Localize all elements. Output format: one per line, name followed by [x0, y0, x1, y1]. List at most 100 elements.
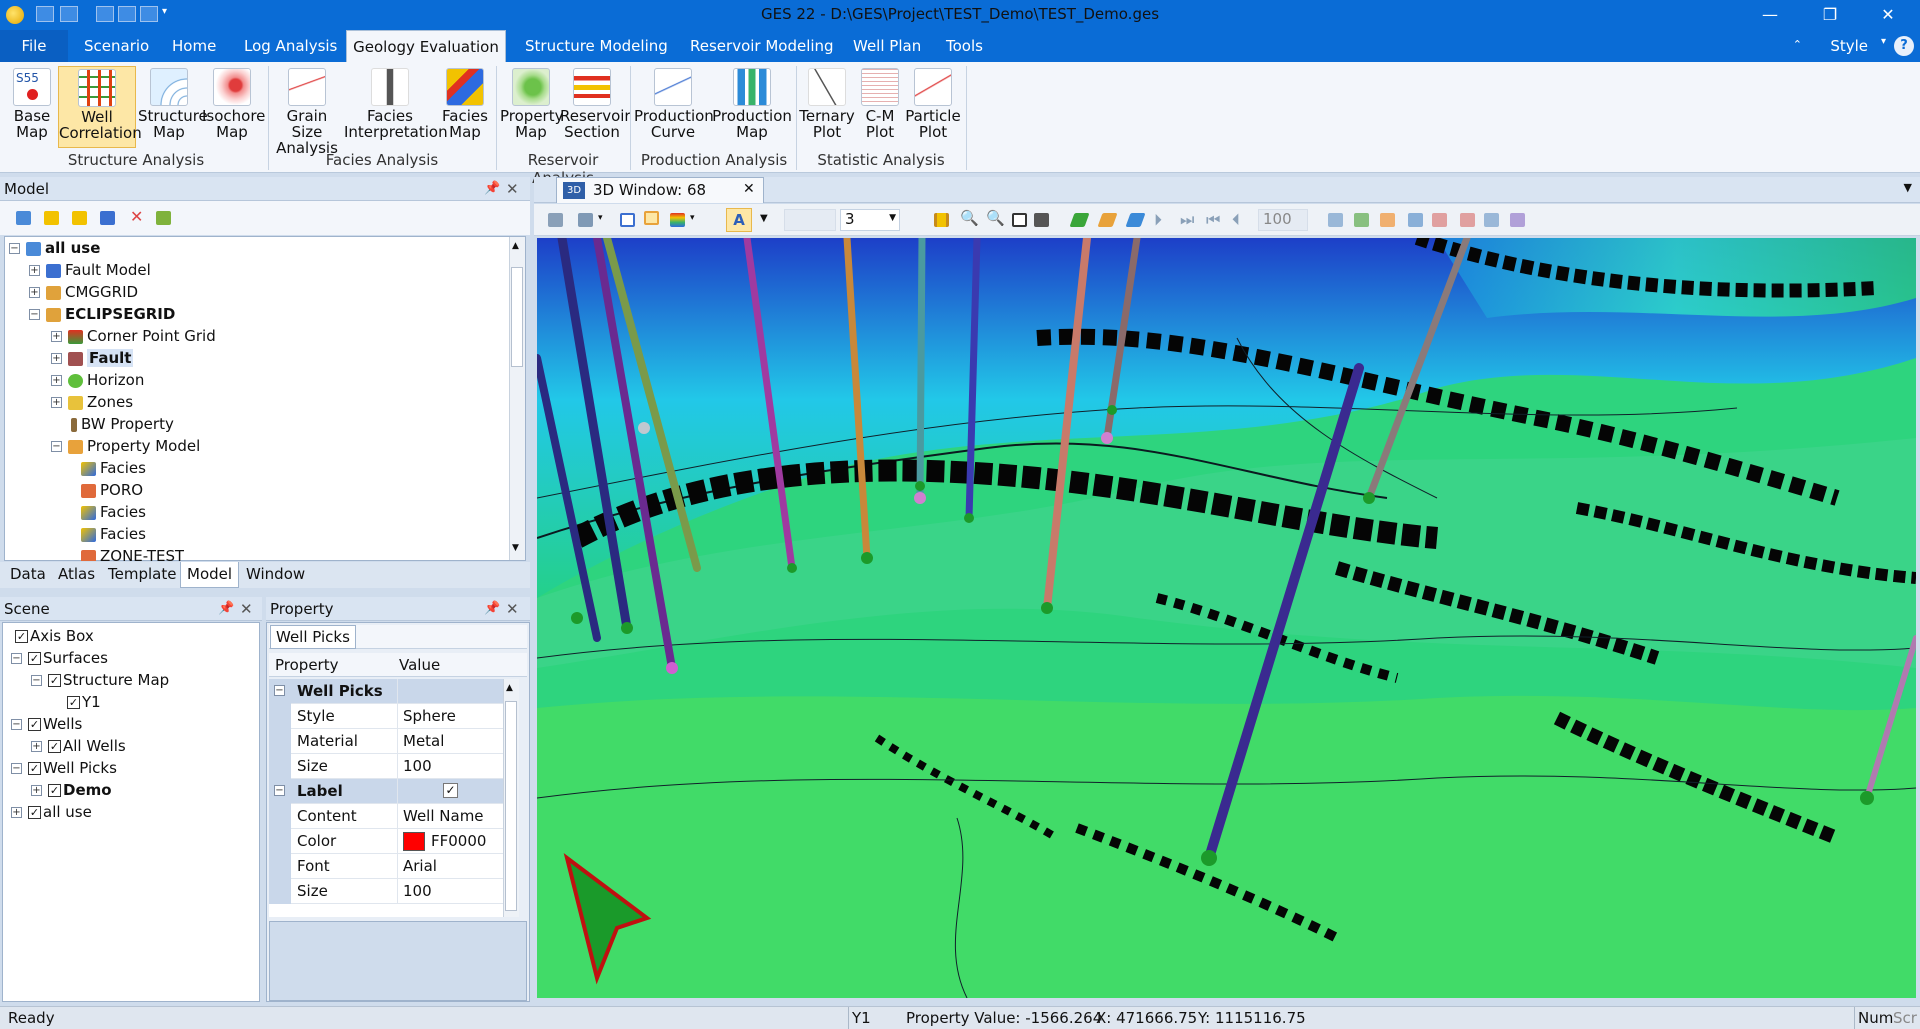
scroll-up-icon[interactable]: ▲ [512, 241, 519, 251]
label-font-icon[interactable]: A [726, 208, 752, 232]
style-dropdown-icon[interactable]: ▾ [1881, 36, 1886, 47]
open-folder-icon[interactable] [44, 211, 59, 225]
tree-item-bw-property[interactable]: BW Property [71, 415, 174, 433]
property-row[interactable]: Size 100 [269, 879, 503, 904]
property-value[interactable]: Sphere [403, 707, 456, 725]
tab-data[interactable]: Data [10, 565, 46, 583]
property-value[interactable]: FF0000 [431, 832, 486, 850]
export-icon[interactable] [156, 211, 171, 225]
tab-window[interactable]: Window [246, 565, 305, 583]
tree-item-corner-point-grid[interactable]: + Corner Point Grid [51, 327, 216, 345]
select-icon[interactable] [548, 213, 563, 227]
close-button[interactable]: ✕ [1864, 0, 1912, 30]
tab-3d-window[interactable]: 3D 3D Window: 68 ✕ [556, 177, 764, 203]
base-map-button[interactable]: S55 Base Map [6, 66, 58, 148]
tree-item-poro[interactable]: PORO [81, 481, 143, 499]
tab-scenario[interactable]: Scenario [84, 30, 149, 62]
pin-icon[interactable]: 📌 [484, 181, 500, 196]
close-panel-icon[interactable]: ✕ [506, 180, 519, 198]
color-swatch[interactable] [403, 832, 425, 851]
tree-item-eclipsegrid[interactable]: − ECLIPSEGRID [29, 305, 175, 323]
property-row[interactable]: Content Well Name [269, 804, 503, 829]
close-panel-icon[interactable]: ✕ [240, 600, 253, 618]
tree-item-facies-1[interactable]: Facies [81, 459, 146, 477]
property-row[interactable]: Color FF0000 [269, 829, 503, 854]
info-icon[interactable] [100, 211, 115, 225]
window-icon[interactable] [620, 213, 635, 227]
model-scrollbar[interactable]: ▲ ▼ [509, 237, 525, 560]
surface-blue-icon[interactable] [1125, 213, 1146, 227]
production-map-button[interactable]: Production Map [712, 66, 792, 148]
scene-y1[interactable]: ✓ Y1 [67, 693, 101, 711]
property-category[interactable]: − Label ✓ [269, 779, 503, 804]
view-box-icon[interactable] [1012, 213, 1027, 227]
previous-icon[interactable]: ⏮ [1206, 210, 1220, 230]
step-input[interactable]: 100 [1258, 209, 1308, 231]
property-row[interactable]: Font Arial [269, 854, 503, 879]
tree-item-all-use[interactable]: − all use [9, 239, 100, 257]
reservoir-section-button[interactable]: Reservoir Section [560, 66, 631, 148]
scene-structure-map[interactable]: − ✓ Structure Map [31, 671, 169, 689]
property-map-button[interactable]: Property Map [500, 66, 563, 148]
tool-6-icon[interactable] [1460, 213, 1475, 227]
tree-item-fault-model[interactable]: + Fault Model [29, 261, 151, 279]
property-category[interactable]: − Well Picks [269, 679, 503, 704]
tab-well-picks[interactable]: Well Picks [270, 625, 356, 649]
tree-item-facies-2[interactable]: Facies [81, 503, 146, 521]
scene-surfaces[interactable]: − ✓ Surfaces [11, 649, 108, 667]
surface-orange-icon[interactable] [1097, 213, 1118, 227]
tree-item-cmggrid[interactable]: + CMGGRID [29, 283, 138, 301]
tab-atlas[interactable]: Atlas [58, 565, 95, 583]
import-icon[interactable] [72, 211, 87, 225]
collapse-ribbon-icon[interactable]: ⌃ [1793, 38, 1802, 51]
minimize-button[interactable]: — [1746, 0, 1794, 30]
scene-all-use[interactable]: + ✓ all use [11, 803, 92, 821]
collapse-icon[interactable]: − [274, 685, 285, 696]
export-image-icon[interactable] [578, 213, 593, 227]
facies-interpretation-button[interactable]: Facies Interpretation [344, 66, 448, 148]
zoom-in-icon[interactable]: 🔍 [960, 209, 979, 227]
close-panel-icon[interactable]: ✕ [506, 600, 519, 618]
label-visible-checkbox[interactable]: ✓ [443, 783, 458, 798]
tab-geology-evaluation[interactable]: Geology Evaluation [346, 30, 506, 62]
tab-model[interactable]: Model [180, 562, 240, 588]
tool-1-icon[interactable] [1328, 213, 1343, 227]
particle-plot-button[interactable]: Particle Plot [904, 66, 962, 148]
scroll-thumb[interactable] [511, 267, 523, 367]
tab-list-dropdown-icon[interactable]: ▼ [1904, 181, 1912, 194]
tab-log-analysis[interactable]: Log Analysis [244, 30, 337, 62]
view-front-icon[interactable] [1034, 213, 1049, 227]
tree-item-zones[interactable]: + Zones [51, 393, 133, 411]
property-value[interactable]: Metal [403, 732, 444, 750]
next-icon[interactable]: ⏭ [1180, 210, 1194, 230]
close-tab-icon[interactable]: ✕ [743, 181, 755, 197]
restore-button[interactable]: ❐ [1806, 0, 1854, 30]
scroll-down-icon[interactable]: ▼ [512, 543, 519, 553]
tool-8-icon[interactable] [1510, 213, 1525, 227]
collapse-icon[interactable]: − [274, 785, 285, 796]
scene-all-wells[interactable]: + ✓ All Wells [31, 737, 126, 755]
zoom-out-icon[interactable]: 🔍 [986, 209, 1005, 227]
tool-7-icon[interactable] [1484, 213, 1499, 227]
scene-well-picks[interactable]: − ✓ Well Picks [11, 759, 117, 777]
ruler-icon[interactable] [934, 213, 949, 227]
exaggeration-combo[interactable]: 3 ▼ [840, 209, 900, 231]
tree-item-horizon[interactable]: + Horizon [51, 371, 144, 389]
color-bar-icon[interactable] [670, 213, 685, 227]
file-menu[interactable]: File [0, 30, 68, 62]
tool-5-icon[interactable] [1432, 213, 1447, 227]
structure-map-button[interactable]: Structure Map [138, 66, 208, 148]
tab-reservoir-modeling[interactable]: Reservoir Modeling [690, 30, 834, 62]
property-value[interactable]: Arial [403, 857, 437, 875]
tree-item-fault[interactable]: + Fault [51, 349, 134, 367]
tab-tools[interactable]: Tools [946, 30, 983, 62]
dropdown-icon[interactable]: ▾ [690, 213, 695, 223]
back-icon[interactable]: ⏴ [1232, 210, 1240, 230]
grain-size-analysis-button[interactable]: Grain Size Analysis [272, 66, 342, 156]
scene-axis-box[interactable]: ✓ Axis Box [11, 627, 94, 645]
scene-demo[interactable]: + ✓ Demo [31, 781, 112, 799]
tool-2-icon[interactable] [1354, 213, 1369, 227]
property-value[interactable]: 100 [403, 757, 432, 775]
isochore-map-button[interactable]: Isochore Map [202, 66, 265, 148]
tab-template[interactable]: Template [108, 565, 176, 583]
